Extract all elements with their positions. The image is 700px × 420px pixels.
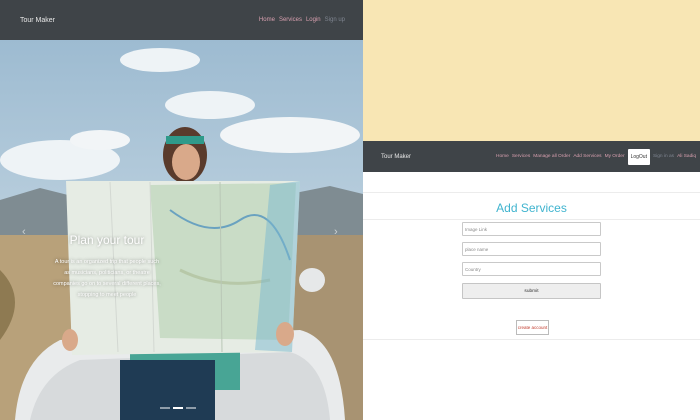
carousel-indicator[interactable] <box>160 407 170 409</box>
nav-home[interactable]: Home <box>259 17 275 23</box>
brand-logo[interactable]: Tour Maker <box>381 154 411 160</box>
place-name-input[interactable] <box>462 242 601 256</box>
admin-navbar: Tour Maker Home Services Manage all Orde… <box>363 141 700 172</box>
create-account-button[interactable]: create account <box>516 320 549 335</box>
nav-my-order[interactable]: My Order <box>605 154 625 159</box>
top-navbar: Tour Maker Home Services Login Sign up <box>0 0 363 40</box>
logout-button[interactable]: LogOut <box>627 148 650 165</box>
nav-add-services[interactable]: Add Services <box>573 154 601 159</box>
signed-in-label: Sign in as <box>652 154 675 159</box>
nav-home[interactable]: Home <box>496 154 509 159</box>
carousel-prev-icon[interactable]: ‹ <box>22 226 26 238</box>
hero-title: Plan your tour <box>69 233 145 247</box>
carousel-next-icon[interactable]: › <box>334 226 338 238</box>
divider <box>363 219 700 220</box>
nav-login[interactable]: Login <box>306 17 321 23</box>
nav-services[interactable]: Services <box>512 154 530 159</box>
hero-description: A tour is an organized trip that people … <box>53 259 161 298</box>
yellow-banner <box>363 0 700 141</box>
carousel-indicator[interactable] <box>186 407 196 409</box>
add-service-form: Add Services submit create account <box>363 172 700 420</box>
country-input[interactable] <box>462 262 601 276</box>
left-panel: Tour Maker Home Services Login Sign up ‹… <box>0 0 363 420</box>
submit-button[interactable]: submit <box>462 283 601 299</box>
form-title: Add Services <box>496 201 567 215</box>
divider <box>363 192 700 193</box>
carousel-indicator[interactable] <box>173 407 183 409</box>
nav-links: Home Services Manage all Order Add Servi… <box>496 148 696 165</box>
carousel-indicators <box>160 407 196 409</box>
hero-carousel: ‹ › Plan your tour A tour is an organize… <box>0 40 363 420</box>
nav-links: Home Services Login Sign up <box>259 17 345 23</box>
divider <box>363 339 700 340</box>
image-link-input[interactable] <box>462 222 601 236</box>
user-name: Ali Sadiq <box>677 154 696 159</box>
nav-services[interactable]: Services <box>279 17 302 23</box>
nav-signup[interactable]: Sign up <box>325 17 345 23</box>
hero-image <box>0 40 363 420</box>
hero-caption: Plan your tour A tour is an organized tr… <box>52 233 162 301</box>
right-panel: Tour Maker Home Services Manage all Orde… <box>363 0 700 420</box>
nav-manage-orders[interactable]: Manage all Order <box>533 154 570 159</box>
brand-logo[interactable]: Tour Maker <box>20 17 55 24</box>
